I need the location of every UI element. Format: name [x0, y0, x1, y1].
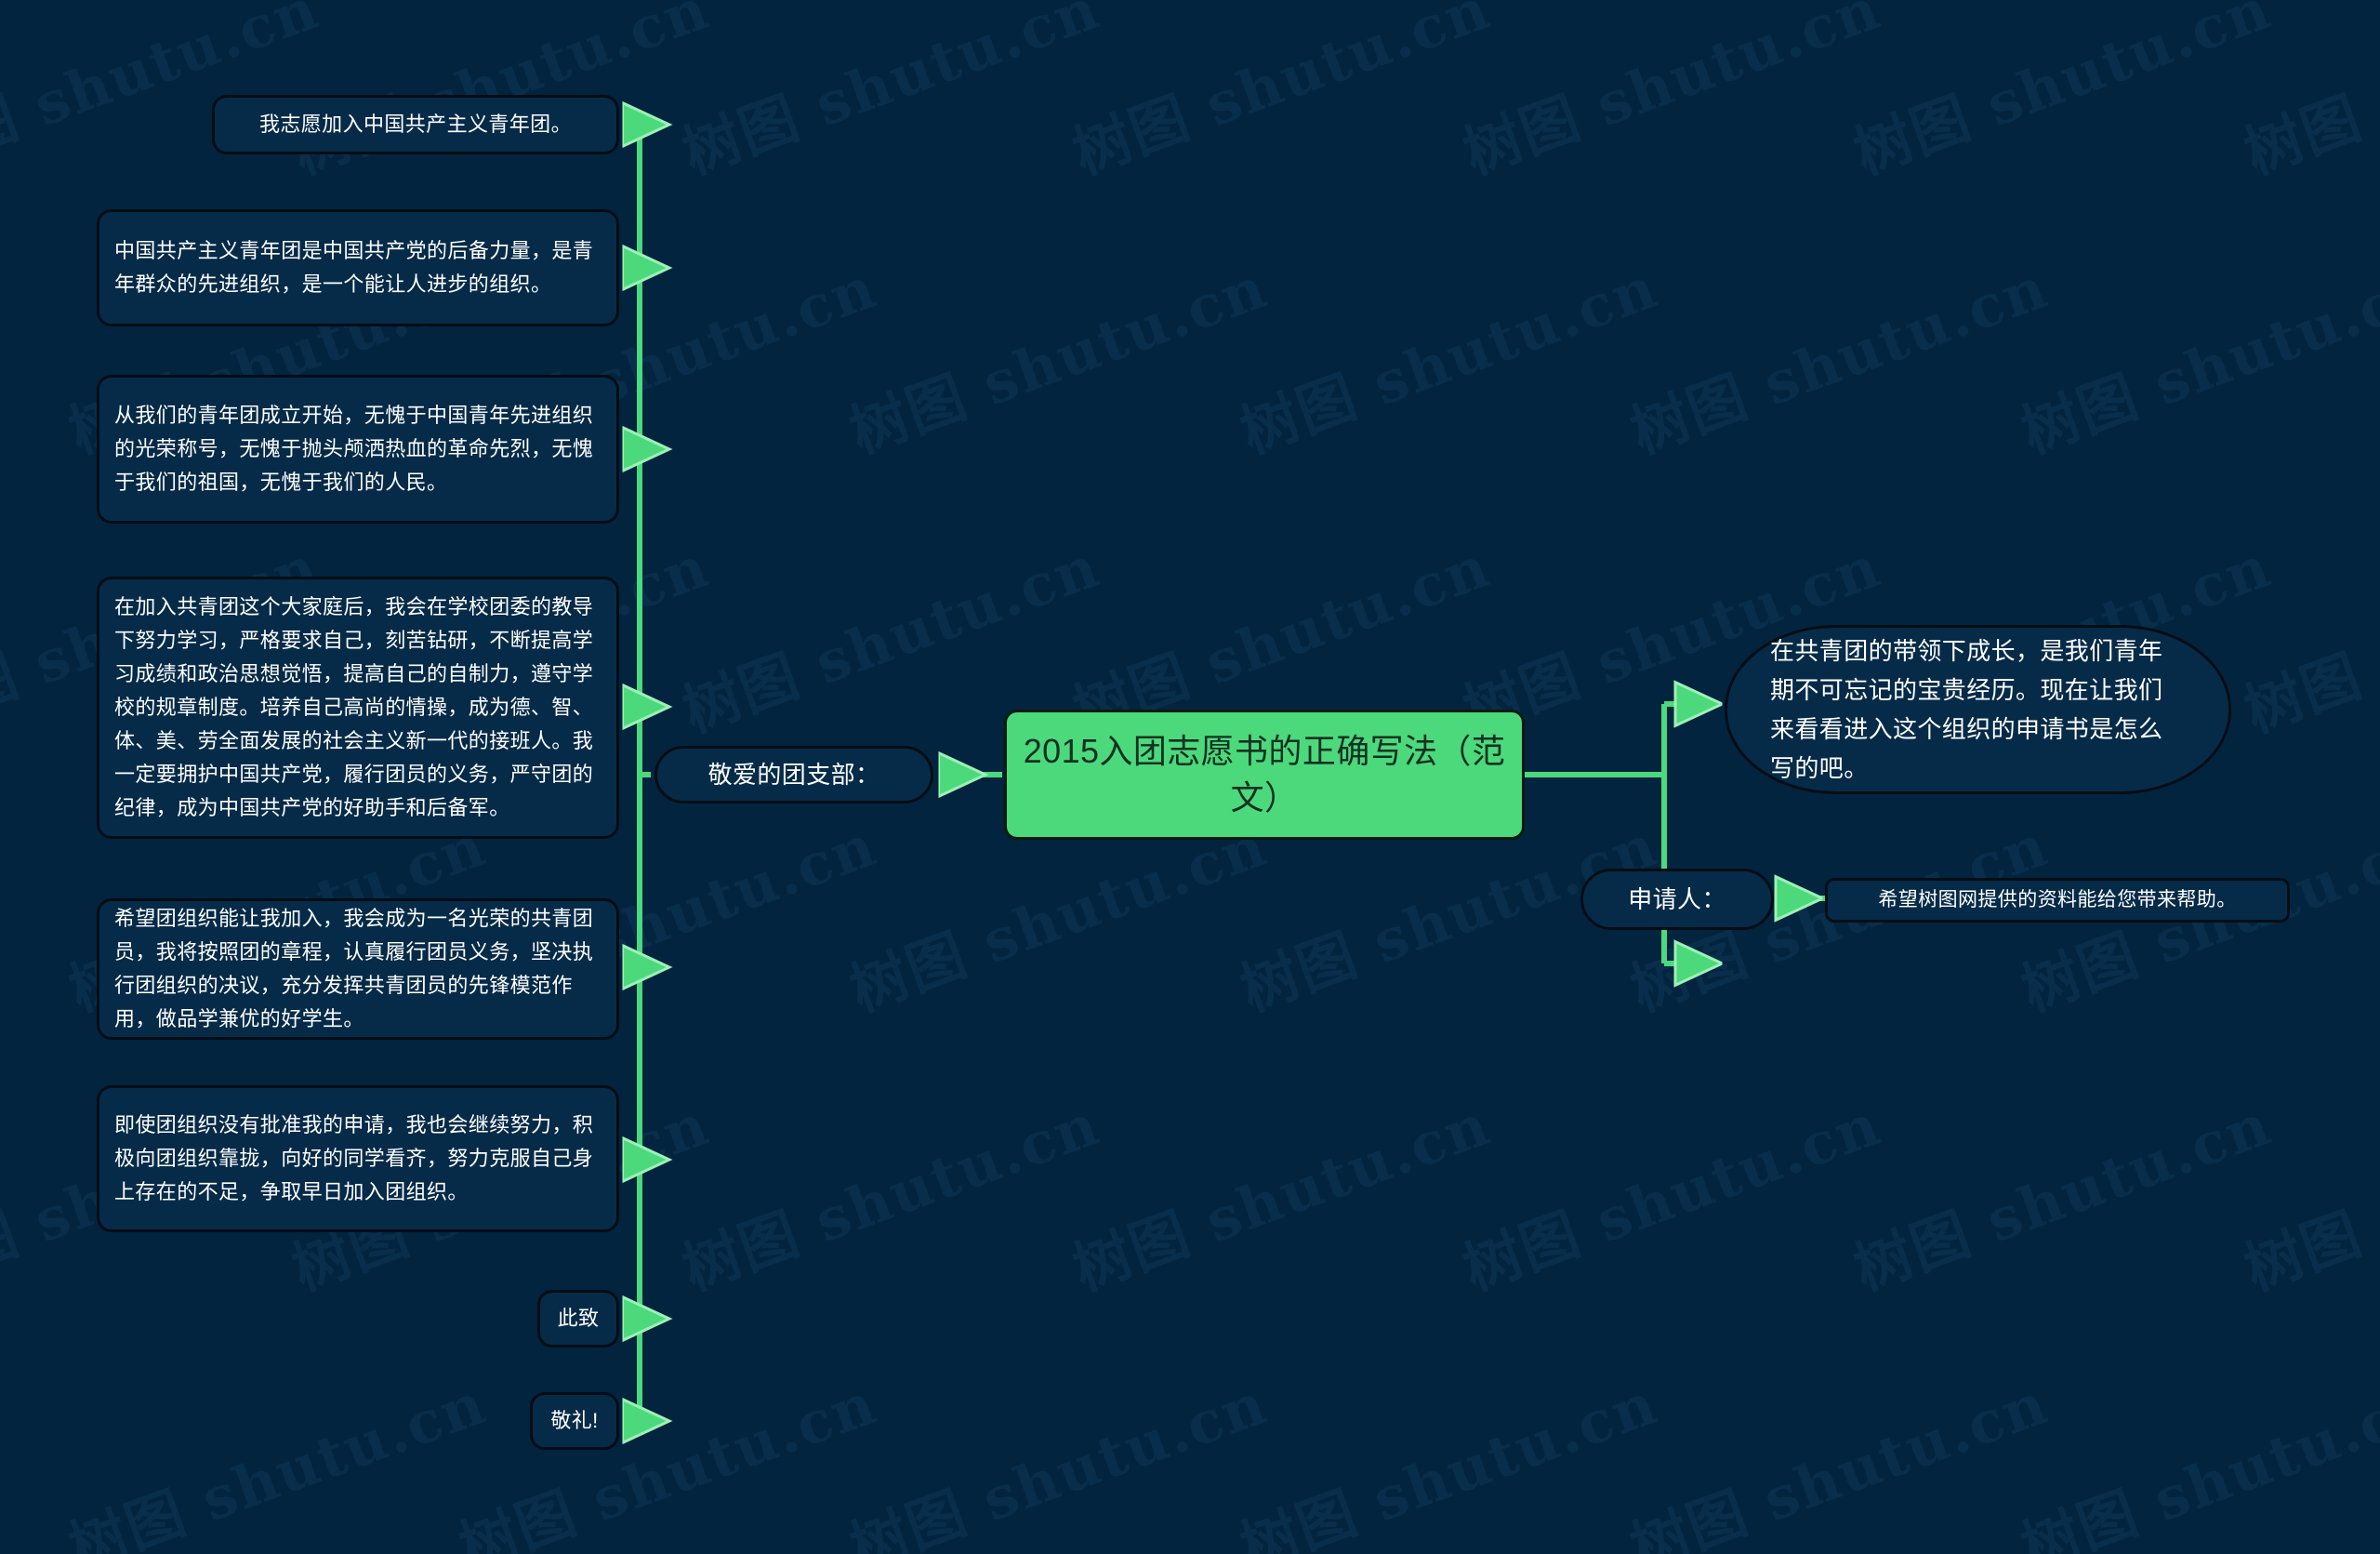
- branch-node-left-label: 敬爱的团支部：: [707, 761, 880, 789]
- watermark-text: 树图 shutu.cn: [1064, 1090, 1500, 1304]
- watermark-text: 树图 shutu.cn: [1454, 1090, 1890, 1304]
- watermark-text: 树图 shutu.cn: [1621, 253, 2057, 467]
- watermark-text: 树图 shutu.cn: [450, 1369, 886, 1554]
- watermark-text: 树图 shutu.cn: [60, 1369, 496, 1554]
- watermark-text: 树图 shutu.cn: [2012, 253, 2380, 467]
- applicant-node[interactable]: 申请人：: [1580, 869, 1774, 930]
- left-child-label-1: 我志愿加入中国共产主义青年团。: [258, 113, 572, 136]
- watermark-text: 树图 shutu.cn: [673, 0, 1109, 188]
- left-child-node-2[interactable]: 中国共产主义青年团是中国共产党的后备力量，是青年群众的先进组织，是一个能让人进步…: [97, 209, 619, 326]
- left-child-node-3[interactable]: 从我们的青年团成立开始，无愧于中国青年先进组织的光荣称号，无愧于抛头颅洒热血的革…: [97, 375, 619, 524]
- watermark-text: 树图 shutu.cn: [2235, 532, 2380, 746]
- watermark-text: 树图 shutu.cn: [1844, 0, 2281, 188]
- left-child-node-7[interactable]: 此致: [537, 1290, 619, 1348]
- applicant-note-label: 希望树图网提供的资料能给您带来帮助。: [1878, 889, 2237, 910]
- applicant-label: 申请人：: [1628, 885, 1726, 913]
- watermark-text: 树图 shutu.cn: [2235, 0, 2380, 188]
- watermark-text: 树图 shutu.cn: [2235, 1090, 2380, 1304]
- root-node[interactable]: 2015入团志愿书的正确写法（范文）: [1004, 710, 1525, 840]
- watermark-text: 树图 shutu.cn: [1064, 0, 1500, 188]
- watermark-text: 树图 shutu.cn: [1231, 253, 1667, 467]
- mindmap-canvas: 树图 shutu.cn 树图 shutu.cn 树图 shutu.cn 树图 shut…: [0, 0, 2380, 1554]
- watermark-text: 树图 shutu.cn: [840, 253, 1276, 467]
- left-child-node-4[interactable]: 在加入共青团这个大家庭后，我会在学校团委的教导下努力学习，严格要求自己，刻苦钻研…: [97, 577, 619, 839]
- watermark-text: 树图 shutu.cn: [2012, 1369, 2380, 1554]
- left-child-label-2: 中国共产主义青年团是中国共产党的后备力量，是青年群众的先进组织，是一个能让人进步…: [114, 239, 594, 296]
- right-intro-node[interactable]: 在共青团的带领下成长，是我们青年期不可忘记的宝贵经历。现在让我们来看看进入这个组…: [1725, 625, 2231, 794]
- right-intro-label: 在共青团的带领下成长，是我们青年期不可忘记的宝贵经历。现在让我们来看看进入这个组…: [1770, 637, 2163, 782]
- left-child-label-4: 在加入共青团这个大家庭后，我会在学校团委的教导下努力学习，严格要求自己，刻苦钻研…: [114, 595, 594, 819]
- watermark-text: 树图 shutu.cn: [673, 1090, 1109, 1304]
- left-child-label-5: 希望团组织能让我加入，我会成为一名光荣的共青团员，我将按照团的章程，认真履行团员…: [114, 907, 594, 1030]
- watermark-text: 树图 shutu.cn: [1621, 1369, 2057, 1554]
- watermark-text: 树图 shutu.cn: [1844, 1090, 2281, 1304]
- watermark-text: 树图 shutu.cn: [1231, 1369, 1667, 1554]
- left-child-node-1[interactable]: 我志愿加入中国共产主义青年团。: [212, 95, 619, 154]
- applicant-note-node[interactable]: 希望树图网提供的资料能给您带来帮助。: [1825, 878, 2290, 923]
- left-child-node-6[interactable]: 即使团组织没有批准我的申请，我也会继续努力，积极向团组织靠拢，向好的同学看齐，努…: [97, 1085, 619, 1232]
- branch-node-left[interactable]: 敬爱的团支部：: [654, 746, 933, 804]
- watermark-text: 树图 shutu.cn: [840, 1369, 1276, 1554]
- left-child-label-7: 此致: [557, 1307, 600, 1330]
- left-child-label-8: 敬礼!: [550, 1409, 599, 1432]
- root-node-label: 2015入团志愿书的正确写法（范文）: [1023, 732, 1506, 817]
- left-child-node-8[interactable]: 敬礼!: [530, 1392, 619, 1450]
- left-child-label-3: 从我们的青年团成立开始，无愧于中国青年先进组织的光荣称号，无愧于抛头颅洒热血的革…: [114, 404, 594, 494]
- left-child-label-6: 即使团组织没有批准我的申请，我也会继续努力，积极向团组织靠拢，向好的同学看齐，努…: [114, 1113, 594, 1203]
- left-child-node-5[interactable]: 希望团组织能让我加入，我会成为一名光荣的共青团员，我将按照团的章程，认真履行团员…: [97, 898, 619, 1040]
- watermark-text: 树图 shutu.cn: [1454, 0, 1890, 188]
